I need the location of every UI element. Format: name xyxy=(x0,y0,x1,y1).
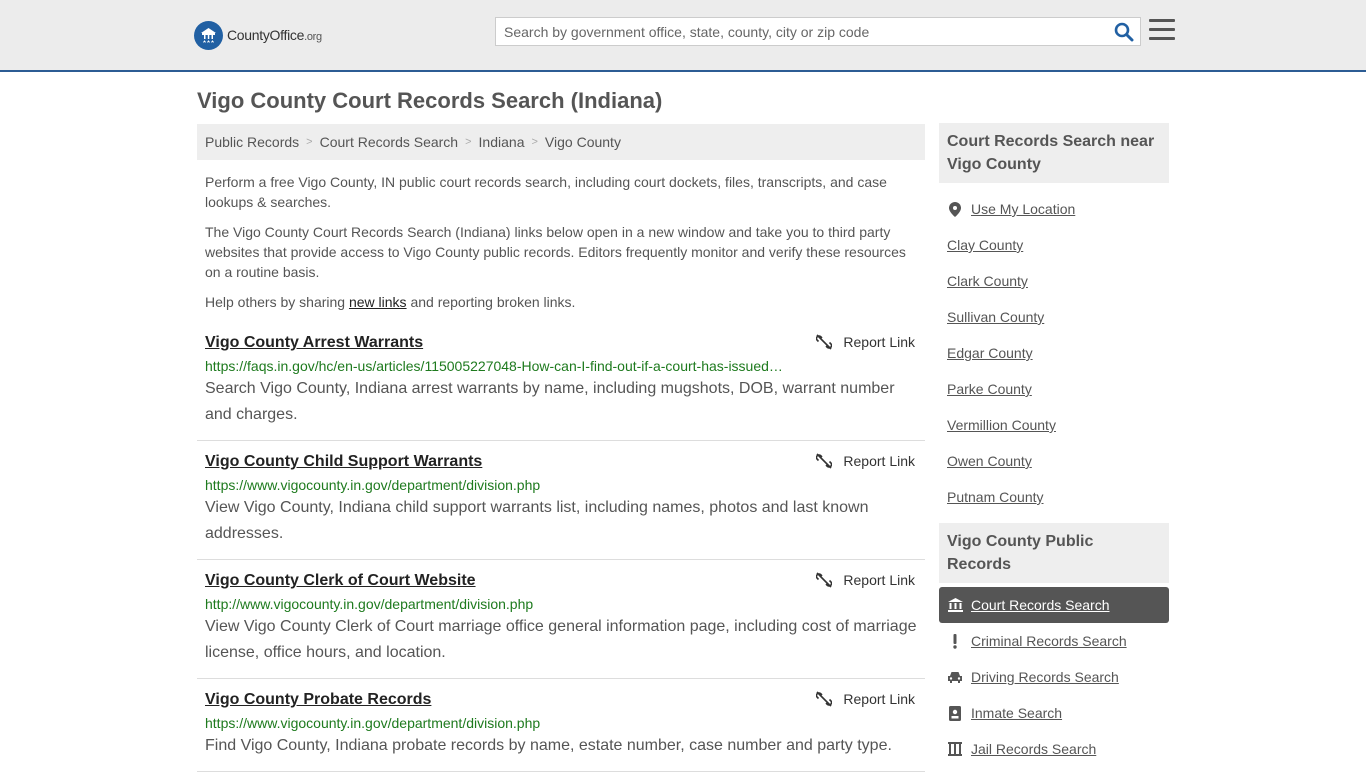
nearby-county-item: Edgar County xyxy=(939,335,1169,371)
result-url: http://www.vigocounty.in.gov/department/… xyxy=(205,596,534,612)
breadcrumb-public-records[interactable]: Public Records xyxy=(205,134,299,150)
hamburger-menu-icon[interactable] xyxy=(1149,19,1175,43)
car-icon xyxy=(947,669,963,685)
result-url: https://www.vigocounty.in.gov/department… xyxy=(205,715,541,731)
nearby-county-item: Sullivan County xyxy=(939,299,1169,335)
courthouse-icon xyxy=(947,597,963,613)
public-records-link[interactable]: Driving Records Search xyxy=(971,669,1119,685)
report-link-button[interactable]: Report Link xyxy=(816,334,915,350)
breadcrumb-court-records-search[interactable]: Court Records Search xyxy=(320,134,459,150)
result-description: Search Vigo County, Indiana arrest warra… xyxy=(205,380,895,423)
page-title: Vigo County Court Records Search (Indian… xyxy=(197,88,663,113)
breadcrumb-indiana[interactable]: Indiana xyxy=(479,134,525,150)
report-link-button[interactable]: Report Link xyxy=(816,572,915,588)
use-my-location-link[interactable]: Use My Location xyxy=(971,201,1075,217)
result-item: Vigo County Probate Records Report Link … xyxy=(197,679,925,772)
nearby-county-link[interactable]: Parke County xyxy=(947,381,1032,397)
logo-emblem-icon xyxy=(194,20,223,50)
nearby-county-item: Putnam County xyxy=(939,479,1169,515)
site-logo[interactable]: CountyOffice.org xyxy=(194,20,322,50)
nearby-county-item: Parke County xyxy=(939,371,1169,407)
nearby-county-list: Use My Location Clay County Clark County… xyxy=(939,183,1169,529)
broken-link-icon xyxy=(816,572,833,588)
intro-paragraph-2: The Vigo County Court Records Search (In… xyxy=(205,224,906,280)
logo-wordmark: CountyOffice.org xyxy=(227,27,322,43)
result-description: View Vigo County, Indiana child support … xyxy=(205,499,869,542)
nearby-county-item: Clay County xyxy=(939,227,1169,263)
public-records-link[interactable]: Jail Records Search xyxy=(971,741,1096,757)
public-records-item-inmate[interactable]: Inmate Search xyxy=(939,695,1169,731)
nearby-county-link[interactable]: Clay County xyxy=(947,237,1023,253)
result-title-link[interactable]: Vigo County Probate Records xyxy=(205,689,431,711)
search-input[interactable] xyxy=(496,18,1106,45)
public-records-item-driving[interactable]: Driving Records Search xyxy=(939,659,1169,695)
main-content: Public Records > Court Records Search > … xyxy=(197,124,925,772)
breadcrumb-separator: > xyxy=(465,136,472,148)
result-item: Vigo County Clerk of Court Website Repor… xyxy=(197,560,925,679)
result-description: Find Vigo County, Indiana probate record… xyxy=(205,737,892,754)
report-link-button[interactable]: Report Link xyxy=(816,453,915,469)
intro-paragraph-3: Help others by sharing new links and rep… xyxy=(205,294,576,310)
nearby-county-link[interactable]: Vermillion County xyxy=(947,417,1056,433)
public-records-link[interactable]: Inmate Search xyxy=(971,705,1062,721)
report-link-button[interactable]: Report Link xyxy=(816,691,915,707)
result-title-link[interactable]: Vigo County Child Support Warrants xyxy=(205,451,482,473)
map-marker-icon xyxy=(947,201,963,217)
result-title-link[interactable]: Vigo County Arrest Warrants xyxy=(205,332,423,354)
results-list: Vigo County Arrest Warrants Report Link … xyxy=(197,322,925,772)
breadcrumb-vigo-county[interactable]: Vigo County xyxy=(545,134,621,150)
result-url: https://faqs.in.gov/hc/en-us/articles/11… xyxy=(205,358,783,374)
public-records-item-criminal[interactable]: Criminal Records Search xyxy=(939,623,1169,659)
breadcrumb-separator: > xyxy=(306,136,313,148)
use-my-location-item: Use My Location xyxy=(939,191,1169,227)
result-description: View Vigo County Clerk of Court marriage… xyxy=(205,618,917,661)
site-header: CountyOffice.org xyxy=(0,0,1366,72)
public-records-link[interactable]: Court Records Search xyxy=(971,597,1110,613)
intro-paragraph-1: Perform a free Vigo County, IN public co… xyxy=(205,174,887,210)
nearby-county-link[interactable]: Clark County xyxy=(947,273,1028,289)
nearby-county-link[interactable]: Edgar County xyxy=(947,345,1033,361)
nearby-county-link[interactable]: Putnam County xyxy=(947,489,1044,505)
nearby-section-title: Court Records Search near Vigo County xyxy=(939,123,1169,183)
broken-link-icon xyxy=(816,334,833,350)
public-records-section-title: Vigo County Public Records xyxy=(939,523,1169,583)
intro-text: Perform a free Vigo County, IN public co… xyxy=(197,160,925,312)
public-records-list: Court Records Search Criminal Records Se… xyxy=(939,583,1169,781)
nearby-county-link[interactable]: Sullivan County xyxy=(947,309,1044,325)
breadcrumb-separator: > xyxy=(531,136,538,148)
nearby-county-link[interactable]: Owen County xyxy=(947,453,1032,469)
public-records-item-jail[interactable]: Jail Records Search xyxy=(939,731,1169,767)
jail-icon xyxy=(947,741,963,757)
search-bar xyxy=(495,17,1141,46)
public-records-item-court[interactable]: Court Records Search xyxy=(939,587,1169,623)
broken-link-icon xyxy=(816,453,833,469)
nearby-county-item: Owen County xyxy=(939,443,1169,479)
id-badge-icon xyxy=(947,705,963,721)
exclamation-icon xyxy=(947,633,963,649)
search-icon[interactable] xyxy=(1114,22,1134,42)
result-item: Vigo County Arrest Warrants Report Link … xyxy=(197,322,925,441)
new-links-link[interactable]: new links xyxy=(349,294,407,310)
result-item: Vigo County Child Support Warrants Repor… xyxy=(197,441,925,560)
result-title-link[interactable]: Vigo County Clerk of Court Website xyxy=(205,570,476,592)
nearby-county-item: Vermillion County xyxy=(939,407,1169,443)
sidebar: Court Records Search near Vigo County Us… xyxy=(939,123,1169,781)
breadcrumb: Public Records > Court Records Search > … xyxy=(197,124,925,160)
public-records-link[interactable]: Criminal Records Search xyxy=(971,633,1127,649)
result-url: https://www.vigocounty.in.gov/department… xyxy=(205,477,541,493)
broken-link-icon xyxy=(816,691,833,707)
nearby-county-item: Clark County xyxy=(939,263,1169,299)
